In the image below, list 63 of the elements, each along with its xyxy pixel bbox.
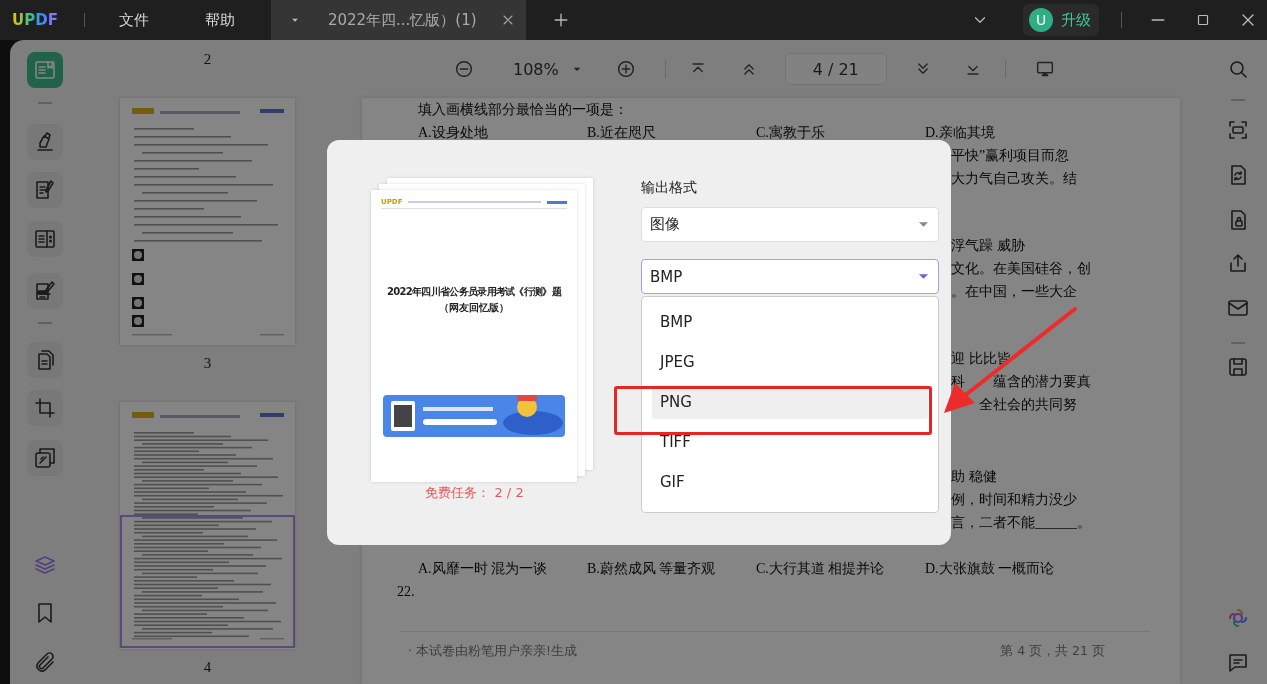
crop-button[interactable] — [26, 390, 63, 426]
avatar: U — [1029, 8, 1053, 32]
preview-subtitle: （网友回忆版） — [439, 301, 509, 315]
answer-option: A.风靡一时 混为一谈 — [418, 557, 587, 580]
preview-title: 2022年四川省公务员录用考试《行测》题 — [387, 285, 561, 299]
quota-text: 免费任务： 2 / 2 — [425, 484, 524, 502]
pages-button[interactable] — [26, 342, 63, 378]
body-text: 。在中国，一些大企 — [951, 283, 1077, 301]
body-text: 蕴含的潜力要真 — [993, 373, 1091, 391]
body-text: 平快”赢利项目而忽 — [951, 147, 1070, 165]
page-thumbnail[interactable] — [120, 98, 295, 345]
page-field[interactable]: 4 / 21 — [784, 53, 887, 85]
answer-option: B.蔚然成风 等量齐观 — [587, 557, 756, 580]
page-count: 第 4 页，共 21 页 — [1000, 642, 1105, 660]
caret-icon — [919, 222, 928, 227]
dropdown-option[interactable]: JPEG — [652, 345, 928, 379]
reader-icon — [32, 58, 57, 82]
body-text: 科 — [951, 373, 965, 391]
type-dropdown[interactable]: BMP — [641, 259, 939, 294]
page-thumbnail[interactable] — [120, 402, 295, 649]
page-number: 4 — [203, 658, 212, 677]
menu-item[interactable]: 文件 — [114, 6, 153, 34]
page-number: 3 — [203, 354, 212, 373]
body-text: 例，时间和精力没少 — [951, 491, 1077, 509]
answer-option: B.近在咫尺 — [587, 121, 756, 144]
format-dropdown[interactable]: 图像 — [641, 207, 939, 242]
body-text: 助 稳健 — [951, 468, 997, 486]
edit-button[interactable] — [26, 172, 63, 208]
question-number: 22. — [397, 583, 415, 601]
form-icon — [32, 227, 57, 251]
dropdown-option[interactable]: GIF — [652, 465, 928, 499]
convert-icon — [32, 446, 57, 470]
zoom-level[interactable]: 108% — [513, 59, 559, 79]
zoom-out-icon[interactable] — [453, 58, 475, 80]
answer-option: A.设身处地 — [418, 121, 587, 144]
dropdown-option[interactable]: BMP — [652, 305, 928, 339]
layers-icon — [32, 553, 57, 577]
body-text: 大力气自己攻关。结 — [951, 170, 1077, 188]
upgrade-button[interactable]: U 升级 — [1023, 4, 1099, 36]
document-tab[interactable]: 2022年四...忆版）(1) — [270, 0, 526, 40]
answer-option: C.大行其道 相提并论 — [756, 557, 925, 580]
body-text: 言，二者不能______。 — [951, 514, 1091, 532]
answer-option: D.亲临其境 — [925, 121, 1094, 144]
answer-option: C.寓教于乐 — [756, 121, 925, 144]
form-button[interactable] — [26, 221, 63, 257]
sign-button[interactable] — [26, 273, 63, 309]
body-text: 浮气躁 威胁 — [951, 237, 1025, 255]
menu-item[interactable]: 帮助 — [200, 6, 239, 34]
upgrade-label: 升级 — [1061, 10, 1091, 30]
footer-text: · 本试卷由粉笔用户亲亲!生成 — [408, 642, 577, 660]
field-label: 输出格式 — [641, 178, 698, 196]
answer-option: D.大张旗鼓 一概而论 — [925, 557, 1094, 580]
question-text: 填入画横线部分最恰当的一项是： — [418, 101, 628, 119]
page-number: 2 — [203, 50, 212, 69]
body-text: 文化。在美国硅谷，创 — [951, 260, 1091, 278]
dropdown-option[interactable]: TIFF — [652, 425, 928, 459]
crop-icon — [32, 396, 57, 420]
convert-button[interactable] — [26, 440, 63, 476]
tab-title: 2022年四...忆版）(1) — [327, 10, 477, 30]
highlighter-button[interactable] — [26, 124, 63, 160]
dropdown-option[interactable]: PNG — [652, 385, 928, 419]
body-text: 全社会的共同努 — [979, 396, 1077, 414]
caret-icon — [919, 274, 928, 279]
